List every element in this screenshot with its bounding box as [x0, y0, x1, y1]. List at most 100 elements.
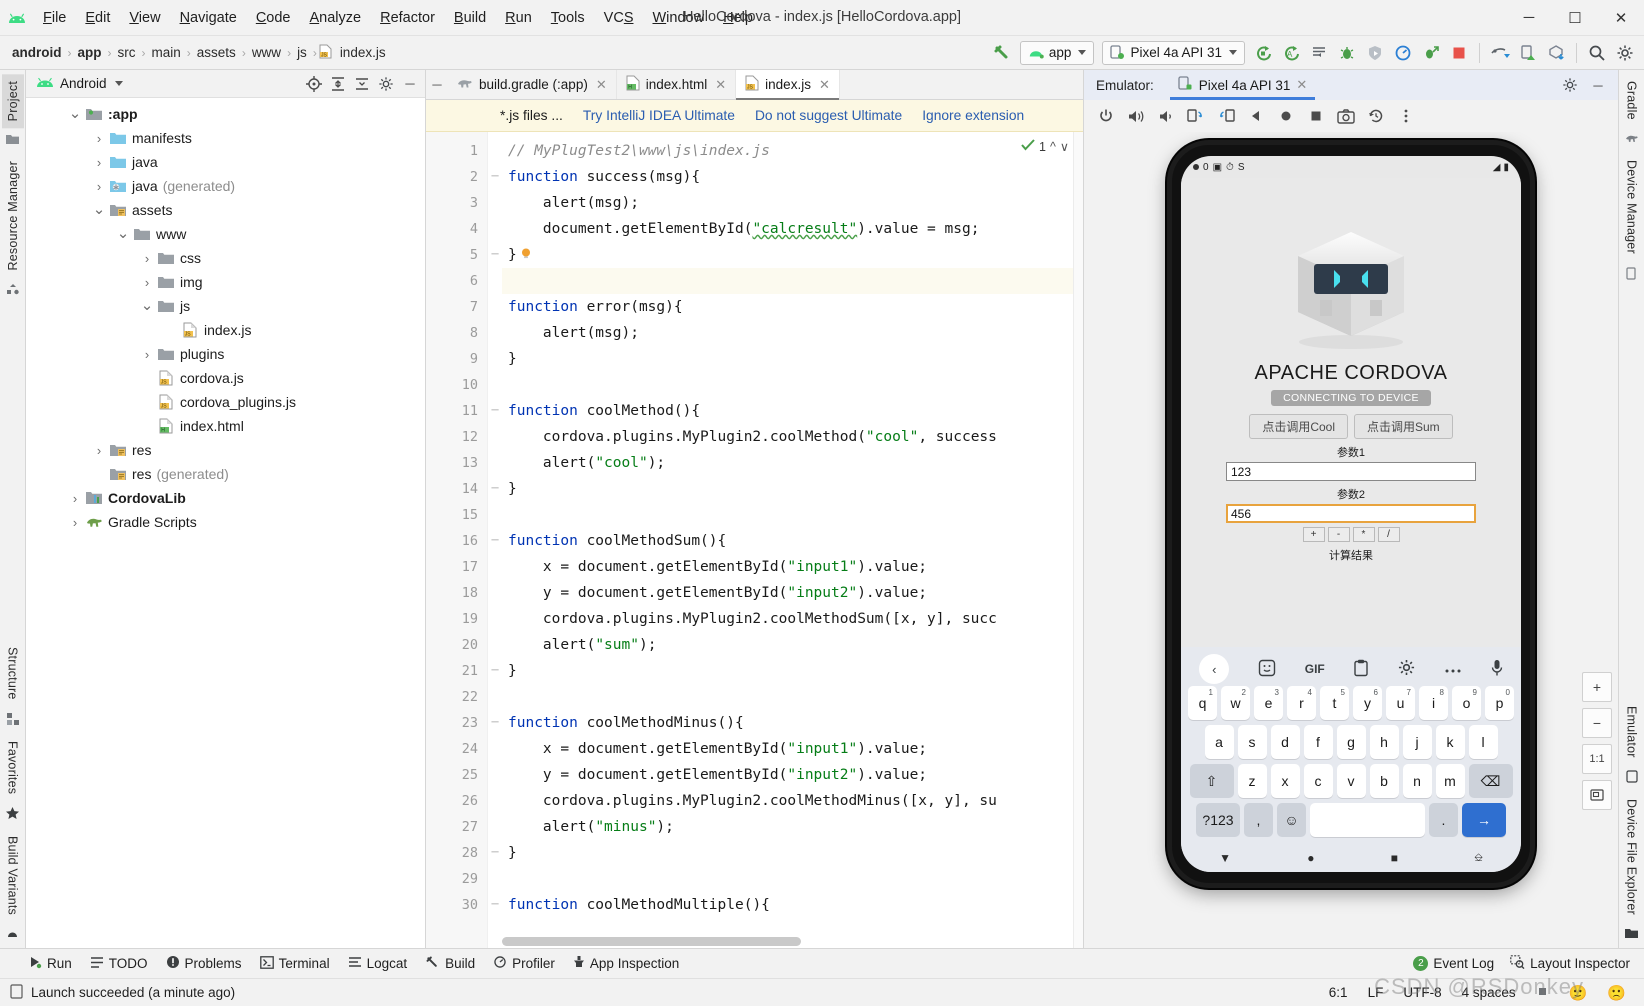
emulator-device-frame[interactable]: 0 ▣ ⏱ S ◢ ▮ APACHE CORDOVA CONNECTING TO…	[1167, 140, 1535, 888]
tree-node-gradle-scripts[interactable]: › Gradle Scripts	[26, 510, 425, 534]
do-not-suggest-link[interactable]: Do not suggest Ultimate	[755, 108, 902, 123]
code-line[interactable]: alert(msg);	[502, 190, 1083, 216]
breadcrumb-item-src[interactable]: src	[114, 44, 140, 61]
code-line[interactable]: }	[502, 840, 1083, 866]
soft-keyboard[interactable]: ‹ GIF q1w2e3r4t5y6u7i8o9p0 asdfghjkl ⇧ z x…	[1181, 647, 1521, 844]
build-variants-icon[interactable]	[6, 922, 19, 948]
menu-help[interactable]: Help	[714, 6, 762, 30]
key-c[interactable]: c	[1303, 764, 1333, 798]
key-h[interactable]: h	[1369, 725, 1399, 759]
key-d[interactable]: d	[1270, 725, 1300, 759]
tool-terminal[interactable]: Terminal	[259, 955, 330, 972]
breadcrumb[interactable]: android › app › src › main › assets › ww…	[8, 44, 390, 62]
tree-node-res[interactable]: › res	[26, 438, 425, 462]
hide-panel-icon[interactable]: ─	[399, 73, 421, 95]
recents-square-icon[interactable]: ■	[1391, 851, 1398, 865]
run-icon[interactable]	[1250, 40, 1276, 66]
fold-marker-icon[interactable]: ─	[488, 528, 502, 554]
plus-button[interactable]: +	[1302, 527, 1325, 542]
tab-build-gradle[interactable]: build.gradle (:app) ✕	[448, 70, 617, 99]
sidebar-item-project[interactable]: Project	[1, 74, 24, 129]
tree-node-cordova-js[interactable]: JS cordova.js	[26, 366, 425, 390]
chevron-right-icon[interactable]: ›	[138, 276, 156, 289]
fold-marker-icon[interactable]: ─	[488, 242, 502, 268]
code-line[interactable]: function coolMethod(){	[502, 398, 1083, 424]
gradle-elephant-icon[interactable]	[1625, 127, 1639, 153]
key-emoji[interactable]: ☺	[1277, 803, 1306, 837]
menu-run[interactable]: Run	[496, 6, 541, 30]
breadcrumb-item-assets[interactable]: assets	[193, 44, 240, 61]
tree-node-assets[interactable]: ⌄ assets	[26, 198, 425, 222]
screenshot-icon[interactable]	[1332, 103, 1360, 129]
rotate-left-icon[interactable]	[1182, 103, 1210, 129]
device-selector[interactable]: Pixel 4a API 31	[1102, 40, 1245, 65]
code-line[interactable]: function success(msg){	[502, 164, 1083, 190]
minimize-button[interactable]: ─	[1506, 0, 1552, 36]
menu-code[interactable]: Code	[247, 6, 300, 30]
code-line[interactable]: document.getElementById("calcresult").va…	[502, 216, 1083, 242]
code-line[interactable]	[502, 268, 1083, 294]
expand-all-icon[interactable]	[327, 73, 349, 95]
project-tree[interactable]: ⌄:app › manifests › java › java (generated) ⌄ ass…	[26, 98, 425, 948]
key-o[interactable]: o9	[1452, 686, 1481, 720]
run-config-icon[interactable]	[1306, 40, 1332, 66]
key-k[interactable]: k	[1435, 725, 1465, 759]
tree-node-cordovalib[interactable]: › CordovaLib	[26, 486, 425, 510]
tree-node-cordova-plugins-js[interactable]: JS cordova_plugins.js	[26, 390, 425, 414]
module-selector[interactable]: app	[1019, 40, 1095, 65]
key-b[interactable]: b	[1369, 764, 1399, 798]
star-icon[interactable]	[6, 801, 19, 829]
key-backspace[interactable]: ⌫	[1468, 764, 1513, 798]
device-file-explorer-icon[interactable]	[1625, 922, 1638, 948]
tree-node-www[interactable]: ⌄ www	[26, 222, 425, 246]
tree-node-index-html[interactable]: Hindex.html	[26, 414, 425, 438]
code-line[interactable]: }	[502, 476, 1083, 502]
key-s[interactable]: s	[1237, 725, 1267, 759]
chevron-down-icon[interactable]: ⌄	[66, 106, 84, 121]
close-icon[interactable]: ✕	[596, 77, 607, 93]
code-line[interactable]: y = document.getElementById("input2").va…	[502, 762, 1083, 788]
param2-input[interactable]: 456	[1226, 504, 1476, 523]
key-z[interactable]: z	[1237, 764, 1267, 798]
collapse-all-icon[interactable]	[351, 73, 373, 95]
code-line[interactable]: }	[502, 346, 1083, 372]
breadcrumb-item-main[interactable]: main	[148, 44, 185, 61]
vcs-branch-icon[interactable]	[1536, 985, 1549, 1001]
multiply-button[interactable]: *	[1352, 527, 1375, 542]
home-icon[interactable]	[1272, 103, 1300, 129]
close-button[interactable]: ✕	[1598, 0, 1644, 36]
code-line[interactable]: cordova.plugins.MyPlugin2.coolMethod("co…	[502, 424, 1083, 450]
gif-label[interactable]: GIF	[1305, 662, 1325, 676]
key-enter[interactable]: →	[1462, 803, 1506, 837]
fold-marker-icon[interactable]: ─	[488, 164, 502, 190]
sidebar-item-resource-manager[interactable]: Resource Manager	[2, 154, 24, 278]
tree-node--app[interactable]: ⌄:app	[26, 102, 425, 126]
settings-gear-icon[interactable]	[1556, 72, 1584, 98]
key-x[interactable]: x	[1270, 764, 1300, 798]
chevron-down-icon[interactable]: ∨	[1060, 139, 1069, 154]
sidebar-item-device-manager[interactable]: Device Manager	[1621, 153, 1643, 261]
tool-event-log[interactable]: 2 Event Log	[1413, 956, 1494, 971]
breadcrumb-item-indexjs[interactable]: JS index.js	[319, 44, 390, 62]
volume-down-icon[interactable]	[1152, 103, 1180, 129]
back-triangle-icon[interactable]: ▼	[1219, 851, 1231, 865]
key-e[interactable]: e3	[1254, 686, 1283, 720]
key-p[interactable]: p0	[1485, 686, 1514, 720]
volume-up-icon[interactable]	[1122, 103, 1150, 129]
device-manager-icon[interactable]	[1625, 261, 1638, 289]
sdk-manager-icon[interactable]	[1543, 40, 1569, 66]
chevron-right-icon[interactable]: ›	[90, 132, 108, 145]
search-icon[interactable]	[1584, 40, 1610, 66]
close-icon[interactable]: ✕	[819, 77, 830, 93]
key-j[interactable]: j	[1402, 725, 1432, 759]
chevron-right-icon[interactable]: ›	[90, 180, 108, 193]
code-line[interactable]	[502, 372, 1083, 398]
code-line[interactable]: alert(msg);	[502, 320, 1083, 346]
horizontal-scrollbar[interactable]	[502, 937, 1077, 946]
tree-node-css[interactable]: › css	[26, 246, 425, 270]
tree-node-img[interactable]: › img	[26, 270, 425, 294]
tree-node-java[interactable]: › java	[26, 150, 425, 174]
minus-button[interactable]: -	[1327, 527, 1350, 542]
history-icon[interactable]	[1362, 103, 1390, 129]
key-l[interactable]: l	[1468, 725, 1498, 759]
